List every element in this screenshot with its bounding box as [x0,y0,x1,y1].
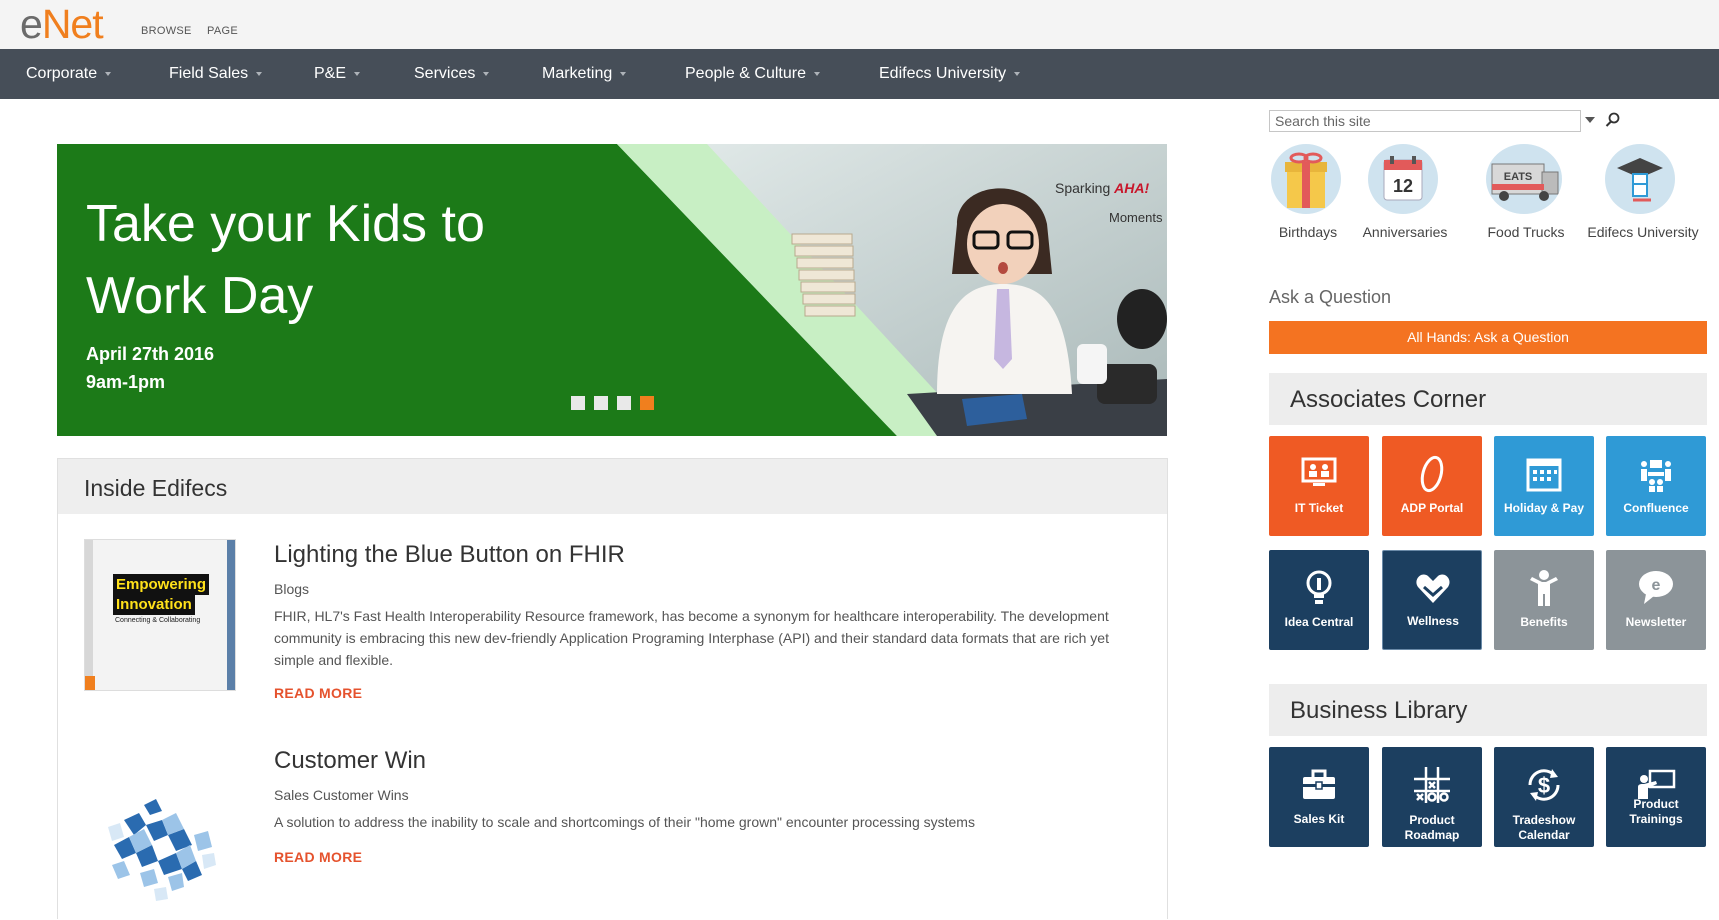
article-title[interactable]: Customer Win [274,747,426,775]
top-bar: eNet BROWSE PAGE [0,0,1719,49]
team-icon [1641,460,1671,492]
svg-text:$: $ [1538,773,1550,798]
ask-question-button[interactable]: All Hands: Ask a Question [1269,321,1707,354]
ask-question-heading: Ask a Question [1269,287,1392,307]
svg-text:12: 12 [1393,176,1413,196]
briefcase-icon [1303,769,1335,799]
read-more-link[interactable]: READ MORE [274,849,362,865]
search-input[interactable] [1270,111,1580,131]
carousel-dot-3[interactable] [617,396,631,410]
adp-portal-tile[interactable]: ADP Portal [1382,436,1482,536]
monitor-people-icon [1301,457,1337,486]
search-scope-dropdown-icon[interactable] [1585,117,1595,123]
article-summary: FHIR, HL7's Fast Health Interoperability… [274,608,1109,668]
associates-corner-header: Associates Corner [1269,373,1707,425]
svg-text:EATS: EATS [1504,171,1533,183]
business-library-header: Business Library [1269,684,1707,736]
article-category: Sales Customer Wins [274,787,409,803]
gift-icon[interactable] [1271,144,1341,214]
page-tab[interactable]: PAGE [207,25,238,37]
quick-link-label[interactable]: Edifecs University [1583,224,1703,240]
browse-tab[interactable]: BROWSE [141,25,192,37]
it-ticket-tile[interactable]: IT Ticket [1269,436,1369,536]
idea-central-tile[interactable]: Idea Central [1269,550,1369,650]
person-icon [1530,570,1558,606]
sales-kit-tile[interactable]: Sales Kit [1269,747,1369,847]
panel-title: Inside Edifecs [84,475,228,501]
nav-field-sales[interactable]: Field Sales [169,49,263,99]
tic-tac-toe-icon [1414,767,1450,803]
article-thumbnail[interactable]: Empowering Innovation Connecting & Colla… [84,539,236,691]
panel-header: Inside Edifecs [58,459,1167,514]
chevron-down-icon [620,71,627,76]
article-thumbnail[interactable] [84,765,234,915]
quick-link-label[interactable]: Food Trucks [1466,224,1586,240]
svg-text:e: e [1652,577,1661,594]
nav-corporate[interactable]: Corporate [26,49,112,99]
food-truck-icon[interactable]: EATS [1486,144,1562,214]
nav-edifecs-university[interactable]: Edifecs University [879,49,1021,99]
lightbulb-icon [1306,570,1332,604]
graduation-icon[interactable] [1605,144,1675,214]
chevron-down-icon [105,71,112,76]
article-summary: A solution to address the inability to s… [274,814,975,830]
adp-icon [1420,455,1444,493]
newsletter-tile[interactable]: e Newsletter [1606,550,1706,650]
nav-services[interactable]: Services [414,49,490,99]
speech-e-icon: e [1639,571,1673,604]
carousel-dot-1[interactable] [571,396,585,410]
nav-marketing[interactable]: Marketing [542,49,627,99]
article-category: Blogs [274,581,310,597]
chevron-down-icon [354,71,361,76]
benefits-tile[interactable]: Benefits [1494,550,1594,650]
tradeshow-calendar-tile[interactable]: $ Tradeshow Calendar [1494,747,1594,847]
calendar-grid-icon [1526,458,1562,492]
site-search [1269,110,1581,132]
quick-link-label[interactable]: Anniversaries [1345,224,1465,240]
chevron-down-icon [1014,71,1021,76]
read-more-link[interactable]: READ MORE [274,685,362,701]
holiday-pay-tile[interactable]: Holiday & Pay [1494,436,1594,536]
carousel-dot-2[interactable] [594,396,608,410]
article-title[interactable]: Lighting the Blue Button on FHIR [274,541,625,569]
product-roadmap-tile[interactable]: Product Roadmap [1382,747,1482,847]
hero-carousel[interactable]: Sparking AHA! Moments Take your Kids to … [57,144,1167,436]
chevron-down-icon [813,71,820,76]
search-icon[interactable] [1605,112,1621,128]
mosaic-logo-icon [108,799,216,901]
hero-title: Take your Kids to Work Day [86,195,485,325]
chevron-down-icon [483,71,490,76]
dollar-cycle-icon: $ [1528,769,1560,801]
main-nav: Corporate Field Sales P&E Services Marke… [0,49,1719,99]
carousel-dot-4[interactable] [640,396,654,410]
sparking-badge: Sparking AHA! [1055,180,1150,196]
hero-date-time: April 27th 2016 9am-1pm [86,344,215,392]
moments-badge: Moments [1109,210,1163,225]
chevron-down-icon [256,71,263,76]
nav-p-and-e[interactable]: P&E [314,49,361,99]
wellness-tile[interactable]: Wellness [1382,550,1482,650]
enet-logo[interactable]: eNet [20,2,104,46]
nav-people-culture[interactable]: People & Culture [685,49,820,99]
confluence-tile[interactable]: Confluence [1606,436,1706,536]
calendar-icon[interactable]: 12 [1368,144,1438,214]
product-trainings-tile[interactable]: Product Trainings [1606,747,1706,847]
inside-edifecs-panel: Inside Edifecs Empowering Innovation Con… [57,458,1168,919]
heart-hands-icon [1416,574,1450,603]
